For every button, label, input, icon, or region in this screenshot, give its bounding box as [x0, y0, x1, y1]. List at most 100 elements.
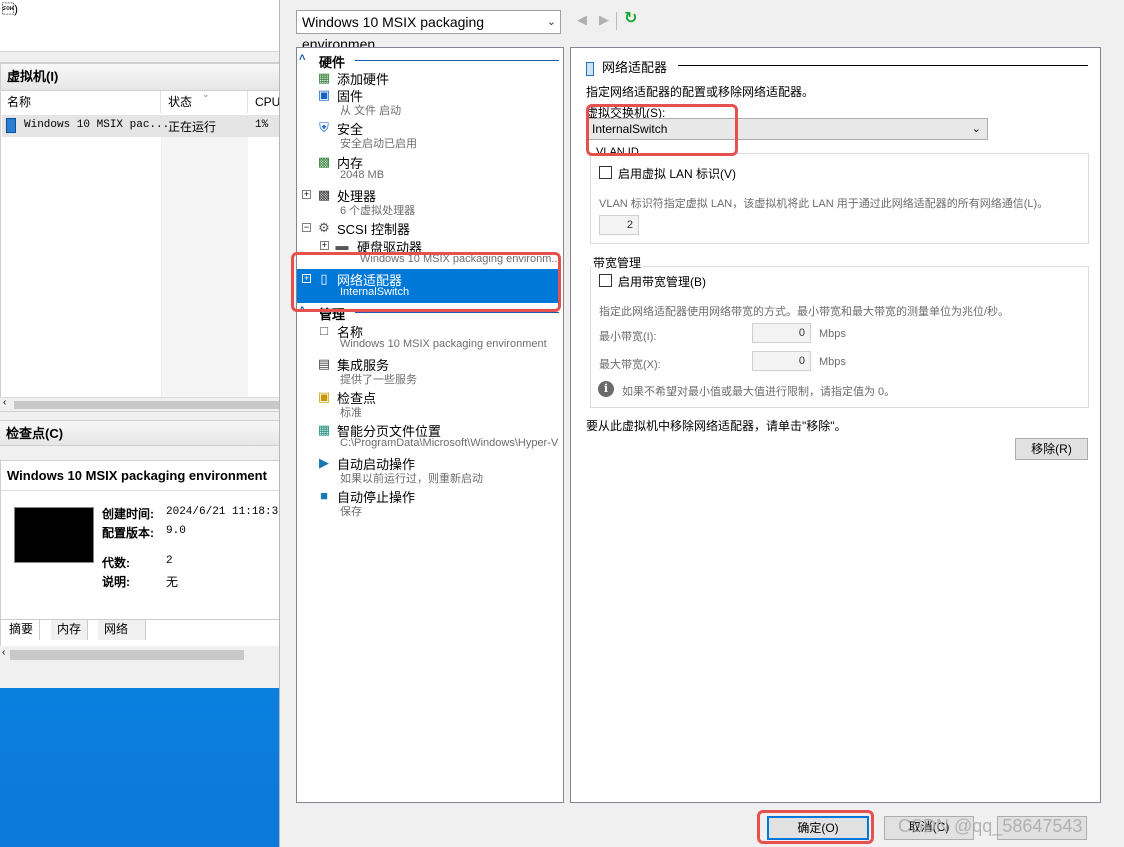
details-scroll-thumb[interactable] [10, 650, 244, 660]
tree-item-checkpoints[interactable]: ▣ 检查点 标准 [297, 387, 561, 420]
watermark: CSDN @qq_58647543 [898, 816, 1083, 836]
firmware-icon: ▣ [317, 87, 331, 102]
highlight-network-adapter [291, 252, 561, 312]
integration-services-icon: ▤ [317, 356, 331, 371]
column-status-label: 状态 [168, 95, 193, 109]
max-bandwidth-input[interactable]: 0 [752, 351, 811, 371]
bandwidth-checkbox[interactable] [599, 274, 612, 287]
gen-value: 2 [166, 555, 173, 567]
scroll-left-icon-2[interactable]: ‹ [2, 647, 5, 658]
name-icon: □ [320, 323, 328, 338]
network-adapter-icon [586, 61, 594, 76]
tree-item-memory[interactable]: ▩ 内存 2048 MB [297, 152, 561, 185]
details-title: Windows 10 MSIX packaging environment [1, 461, 291, 491]
tree-item-sub: 如果以前运行过，则重新启动 [340, 473, 483, 485]
scroll-left-icon[interactable]: ‹ [3, 397, 6, 408]
vlan-id-input[interactable]: 2 [599, 215, 639, 235]
max-unit: Mbps [819, 356, 846, 368]
back-arrow-icon[interactable]: ◀ [577, 12, 587, 28]
vm-panel: 虚拟机(I) 名称 状态 ⌄ CPU Windows 10 MSIX pac...… [0, 62, 291, 412]
scsi-controller-icon: ⚙ [318, 220, 330, 235]
bandwidth-description: 指定此网络适配器使用网络带宽的方式。最小带宽和最大带宽的测量单位为兆位/秒。 [599, 306, 1010, 318]
tree-item-sub: Windows 10 MSIX packaging environment [340, 338, 547, 350]
collapse-icon: ˄ [299, 52, 306, 64]
panel-header: 网络适配器 [586, 57, 1088, 76]
paging-file-icon: ▦ [317, 422, 331, 437]
column-status[interactable]: 状态 ⌄ [162, 89, 248, 113]
checkpoint-section-title: 检查点(C) [0, 420, 290, 446]
gen-label: 代数: [102, 556, 130, 570]
max-bandwidth-label: 最大带宽(X): [599, 359, 661, 371]
memory-icon: ▩ [317, 154, 331, 169]
vm-status: 正在运行 [168, 120, 217, 134]
tree-item-sub: 标准 [340, 407, 362, 419]
chevron-down-icon: ⌄ [546, 16, 556, 28]
vm-row[interactable]: Windows 10 MSIX pac... 正在运行 1% [2, 115, 290, 137]
tree-item-security[interactable]: ⛨ 安全 安全启动已启用 [297, 118, 561, 151]
expand-icon[interactable]: + [302, 190, 311, 199]
vm-section-title: 虚拟机(I) [1, 63, 289, 91]
panel-description: 指定网络适配器的配置或移除网络适配器。 [586, 85, 815, 99]
tree-item-auto-stop[interactable]: ■ 自动停止操作 保存 [297, 486, 561, 519]
settings-tree: ˄ 硬件 ▦ 添加硬件 ▣ 固件 从 文件 启动 ⛨ 安全 安全启动已启用 ▩ … [296, 47, 564, 803]
created-label: 创建时间: [102, 507, 154, 521]
collapse-tree-icon[interactable]: − [302, 223, 311, 232]
vm-cpu: 1% [255, 119, 269, 131]
vm-name: Windows 10 MSIX pac... [24, 119, 170, 131]
vm-icon [6, 118, 16, 133]
checkpoint-icon: ▣ [317, 389, 331, 404]
group-rule [355, 312, 559, 313]
bandwidth-checkbox-label[interactable]: 启用带宽管理(B) [618, 273, 706, 290]
tree-item-paging-file[interactable]: ▦ 智能分页文件位置 C:\ProgramData\Microsoft\Wind… [297, 420, 561, 453]
scroll-thumb[interactable] [14, 401, 290, 409]
tab-memory[interactable]: 内存 [51, 620, 89, 640]
created-value: 2024/6/21 11:18:30 [166, 506, 285, 518]
tree-item-sub: 2048 MB [340, 169, 385, 181]
processor-icon: ▩ [317, 187, 331, 202]
group-rule [355, 60, 559, 61]
column-shade [162, 137, 248, 397]
tree-item-firmware[interactable]: ▣ 固件 从 文件 启动 [297, 85, 561, 118]
notes-label: 说明: [102, 575, 130, 589]
details-panel: Windows 10 MSIX packaging environment 创建… [0, 460, 291, 660]
info-icon: i [598, 381, 614, 397]
remove-description: 要从此虚拟机中移除网络适配器，请单击"移除"。 [586, 419, 847, 433]
tree-item-sub: 从 文件 启动 [340, 105, 402, 117]
tree-item-processor[interactable]: + ▩ 处理器 6 个虚拟处理器 [297, 185, 561, 218]
details-tabs: 摘要 内存 网络 [1, 619, 291, 640]
tree-item-name[interactable]: □ 名称 Windows 10 MSIX packaging environme… [297, 321, 561, 354]
tree-item-auto-start[interactable]: ▶ 自动启动操作 如果以前运行过，则重新启动 [297, 453, 561, 486]
bandwidth-info: 如果不希望对最小值或最大值进行限制，请指定值为 0。 [622, 386, 896, 398]
highlight-vswitch [586, 104, 738, 156]
refresh-icon[interactable]: ↻ [624, 11, 640, 27]
chevron-down-icon: ⌄ [971, 123, 981, 135]
tree-item-integration-services[interactable]: ▤ 集成服务 提供了一些服务 [297, 354, 561, 387]
hyperv-manager-window: ) 虚拟机(I) 名称 状态 ⌄ CPU Windows 10 MSIX pac… [0, 0, 291, 688]
vlan-checkbox[interactable] [599, 166, 612, 179]
min-bandwidth-label: 最小带宽(I): [599, 331, 657, 343]
column-name[interactable]: 名称 [1, 91, 161, 113]
expand-icon[interactable]: + [320, 241, 329, 250]
vm-thumbnail[interactable] [14, 507, 94, 563]
config-label: 配置版本: [102, 526, 154, 540]
vlan-checkbox-label[interactable]: 启用虚拟 LAN 标识(V) [618, 165, 736, 182]
min-bandwidth-input[interactable]: 0 [752, 323, 811, 343]
forward-arrow-icon[interactable]: ▶ [599, 12, 609, 28]
tree-item-sub: 安全启动已启用 [340, 138, 417, 150]
hardware-group-header[interactable]: ˄ 硬件 [299, 52, 561, 70]
config-value: 9.0 [166, 525, 186, 537]
vlan-description: VLAN 标识符指定虚拟 LAN，该虚拟机将此 LAN 用于通过此网络适配器的所… [599, 198, 1049, 210]
bandwidth-group-label: 带宽管理 [591, 254, 644, 271]
toolbar-separator [616, 12, 617, 30]
shield-icon: ⛨ [319, 120, 329, 135]
auto-stop-icon: ■ [320, 488, 328, 503]
tree-item-sub: 保存 [340, 506, 362, 518]
tab-summary[interactable]: 摘要 [3, 620, 41, 640]
details-scrollbar[interactable]: ‹ [0, 646, 290, 664]
vm-list-scrollbar[interactable]: ‹ [0, 397, 290, 411]
vm-selector-dropdown[interactable]: Windows 10 MSIX packaging environmen ⌄ [296, 10, 561, 52]
remove-button[interactable]: 移除(R) [1015, 438, 1088, 460]
tab-network[interactable]: 网络 [98, 620, 146, 640]
auto-start-icon: ▶ [319, 455, 329, 470]
sort-indicator-icon: ⌄ [202, 89, 210, 99]
